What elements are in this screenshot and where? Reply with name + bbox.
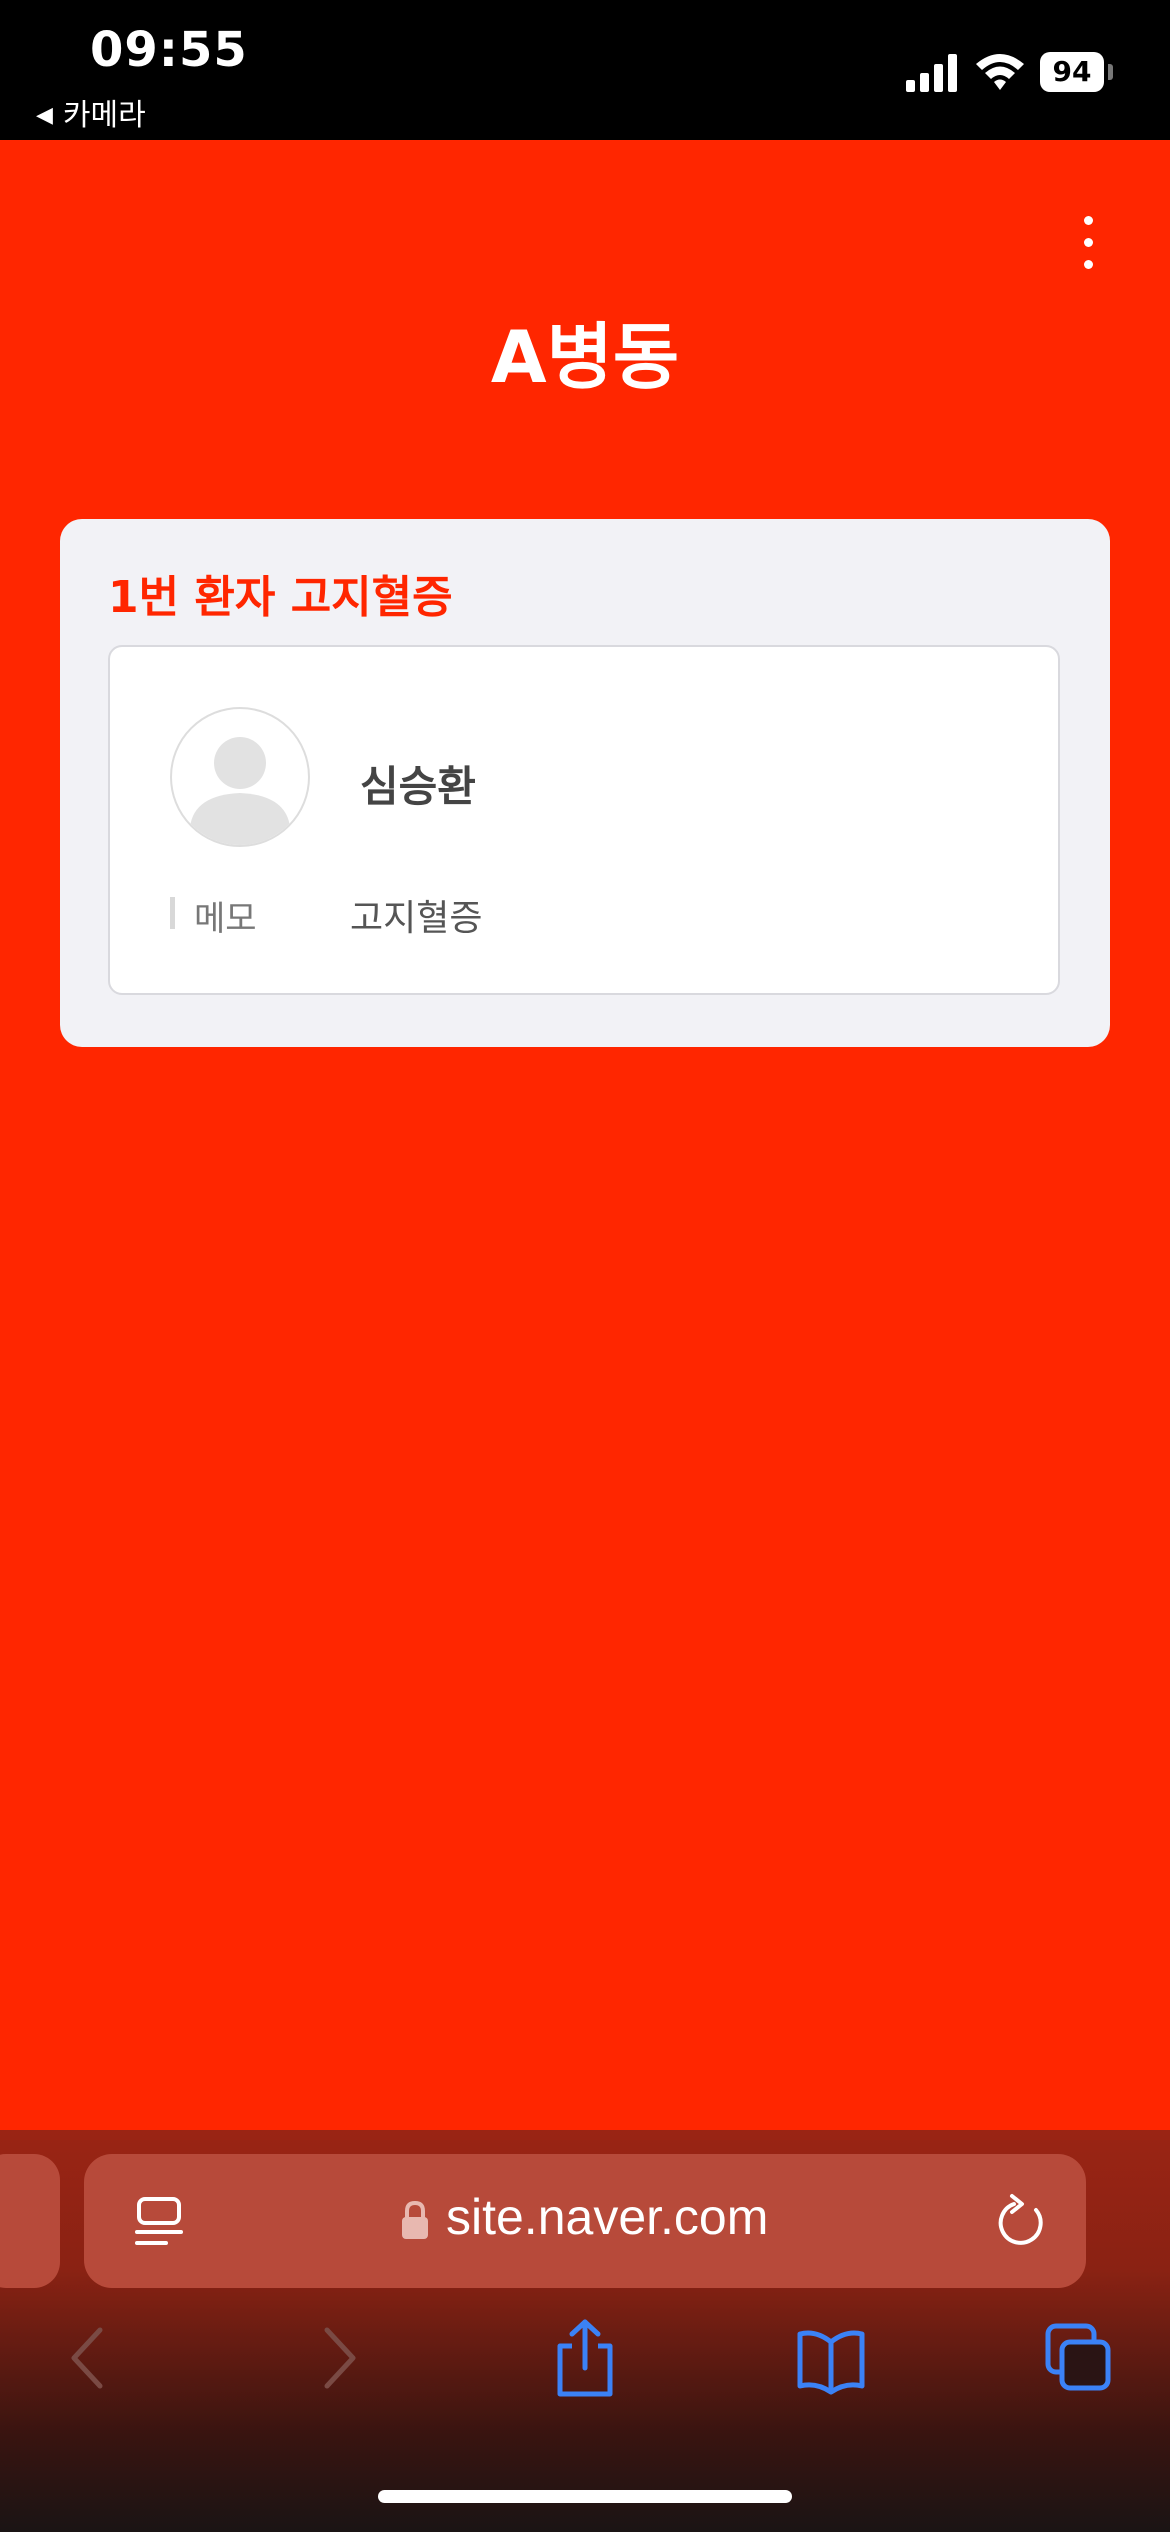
previous-tab-preview[interactable] [0, 2154, 60, 2288]
lock-icon [402, 2200, 428, 2239]
address-bar[interactable]: site.naver.com [84, 2154, 1086, 2288]
memo-value: 고지혈증 [350, 898, 483, 939]
back-triangle-icon: ◀ [36, 103, 53, 128]
wifi-icon [976, 54, 1024, 90]
share-icon[interactable] [550, 2318, 620, 2398]
page-title: A병동 [490, 315, 680, 399]
card-title: 1번 환자 고지혈증 [108, 572, 453, 623]
avatar-icon [170, 707, 310, 847]
battery-cap [1108, 64, 1113, 80]
more-options-icon[interactable] [1070, 216, 1106, 272]
status-bar: 09:55 ◀ 카메라 94 [0, 0, 1170, 140]
back-app-label: 카메라 [62, 98, 146, 133]
reload-icon[interactable] [994, 2192, 1050, 2250]
back-to-app-link[interactable]: ◀ 카메라 [36, 90, 146, 134]
back-chevron-icon[interactable] [52, 2318, 122, 2398]
battery-icon: 94 [1040, 52, 1104, 92]
url-text: site.naver.com [446, 2189, 769, 2245]
bookmarks-icon[interactable] [796, 2318, 866, 2398]
patient-info-box[interactable]: 심승환 메모 고지혈증 [108, 645, 1060, 995]
page-menu-icon[interactable] [134, 2196, 184, 2248]
memo-divider [170, 897, 175, 929]
patient-card: 1번 환자 고지혈증 심승환 메모 고지혈증 [60, 519, 1110, 1047]
home-indicator[interactable] [378, 2490, 792, 2503]
tabs-icon[interactable] [1044, 2318, 1114, 2398]
patient-name: 심승환 [360, 762, 476, 811]
memo-label: 메모 [194, 899, 257, 939]
forward-chevron-icon[interactable] [305, 2318, 375, 2398]
status-time: 09:55 [90, 22, 248, 78]
cellular-signal-icon [906, 54, 957, 92]
